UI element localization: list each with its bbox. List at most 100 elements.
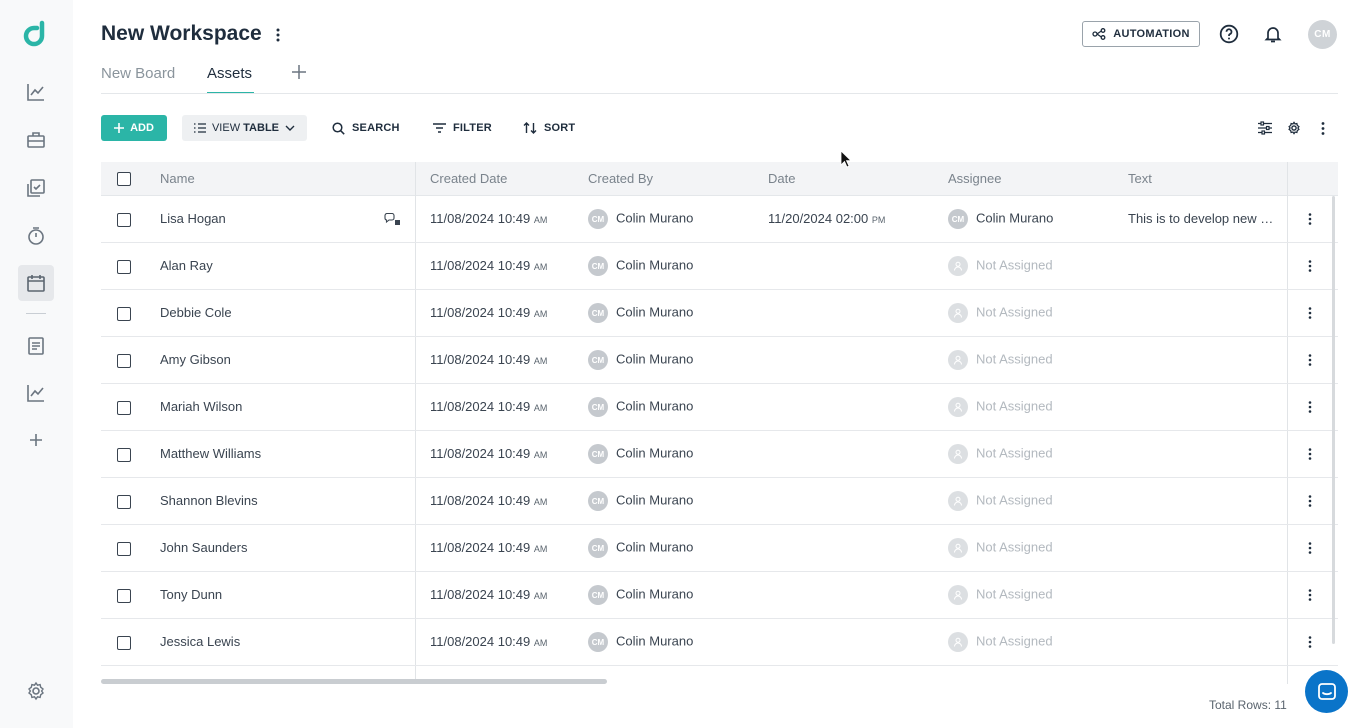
row-checkbox[interactable] — [117, 636, 131, 650]
cell-name[interactable]: Alan Ray — [160, 258, 213, 273]
cell-created-date: 11/08/2024 10:49 AM — [430, 211, 548, 226]
search-button[interactable]: SEARCH — [332, 115, 400, 141]
row-checkbox[interactable] — [117, 213, 131, 227]
column-header-text[interactable]: Text — [1128, 171, 1152, 186]
row-checkbox[interactable] — [117, 448, 131, 462]
sidebar-item-reports[interactable] — [18, 375, 54, 411]
row-menu-icon[interactable] — [1302, 586, 1318, 604]
avatar: CM — [588, 538, 608, 558]
cell-name[interactable]: Mariah Wilson — [160, 399, 242, 414]
column-header-date[interactable]: Date — [768, 171, 795, 186]
row-menu-icon[interactable] — [1302, 398, 1318, 416]
table-row[interactable]: Lisa Hogan 11/08/2024 10:49 AM CM Colin Mur… — [101, 196, 1338, 243]
calendar-icon — [27, 275, 45, 292]
avatar: CM — [588, 256, 608, 276]
row-checkbox[interactable] — [117, 495, 131, 509]
table-row[interactable]: Jessica Lewis 11/08/2024 10:49 AM CM Colin … — [101, 619, 1338, 666]
cell-assignee[interactable]: Not Assigned — [948, 538, 1053, 558]
row-menu-icon[interactable] — [1302, 210, 1318, 228]
row-checkbox[interactable] — [117, 589, 131, 603]
table-row[interactable]: Matthew Williams 11/08/2024 10:49 AM CM Col… — [101, 431, 1338, 478]
filter-button[interactable]: FILTER — [433, 115, 492, 141]
cell-assignee[interactable]: Not Assigned — [948, 444, 1053, 464]
automation-button[interactable]: AUTOMATION — [1082, 21, 1200, 47]
tab-new-board[interactable]: New Board — [101, 65, 175, 82]
row-menu-icon[interactable] — [1302, 351, 1318, 369]
column-header-assignee[interactable]: Assignee — [948, 171, 1001, 186]
user-placeholder-icon — [948, 538, 968, 558]
cell-name[interactable]: Matthew Williams — [160, 446, 261, 461]
column-settings-icon[interactable] — [1256, 119, 1274, 137]
cell-name[interactable]: John Saunders — [160, 540, 247, 555]
sidebar-item-add[interactable] — [18, 422, 54, 458]
sidebar-item-projects[interactable] — [18, 122, 54, 158]
gear-icon[interactable] — [1285, 119, 1303, 137]
cell-text[interactable]: This is to develop new … — [1128, 211, 1273, 226]
column-header-created-date[interactable]: Created Date — [430, 171, 507, 186]
vertical-scrollbar[interactable] — [1332, 196, 1335, 644]
row-menu-icon[interactable] — [1302, 304, 1318, 322]
column-header-created-by[interactable]: Created By — [588, 171, 653, 186]
cell-name[interactable]: Amy Gibson — [160, 352, 231, 367]
row-checkbox[interactable] — [117, 542, 131, 556]
sidebar-item-analytics[interactable] — [18, 74, 54, 110]
cell-assignee[interactable]: Not Assigned — [948, 632, 1053, 652]
cell-assignee[interactable]: Not Assigned — [948, 256, 1053, 276]
workspace-menu-icon[interactable] — [270, 25, 286, 45]
cell-created-by: CM Colin Murano — [588, 303, 693, 323]
cell-name[interactable]: Tony Dunn — [160, 587, 222, 602]
row-menu-icon[interactable] — [1302, 257, 1318, 275]
avatar: CM — [588, 209, 608, 229]
row-checkbox[interactable] — [117, 354, 131, 368]
row-menu-icon[interactable] — [1302, 445, 1318, 463]
row-checkbox[interactable] — [117, 401, 131, 415]
table-row[interactable]: Mariah Wilson 11/08/2024 10:49 AM CM Colin … — [101, 384, 1338, 431]
cell-assignee[interactable]: Not Assigned — [948, 350, 1053, 370]
cell-created-by: CM Colin Murano — [588, 397, 693, 417]
row-checkbox[interactable] — [117, 260, 131, 274]
tab-assets[interactable]: Assets — [207, 65, 252, 82]
column-header-name[interactable]: Name — [160, 171, 195, 186]
row-menu-icon[interactable] — [1302, 539, 1318, 557]
cell-name[interactable]: Debbie Cole — [160, 305, 232, 320]
cell-date[interactable]: 11/20/2024 02:00 PM — [768, 211, 885, 226]
table-row[interactable]: Tony Dunn 11/08/2024 10:49 AM CM Colin Mura… — [101, 572, 1338, 619]
cell-created-date: 11/08/2024 10:49 AM — [430, 493, 548, 508]
cell-name[interactable]: Jessica Lewis — [160, 634, 240, 649]
view-selector-button[interactable]: VIEW TABLE — [182, 115, 307, 141]
sort-button[interactable]: SORT — [523, 115, 575, 141]
cell-assignee[interactable]: CM Colin Murano — [948, 209, 1053, 229]
add-tab-icon[interactable] — [289, 62, 309, 82]
cell-name[interactable]: Lisa Hogan — [160, 211, 226, 226]
sidebar-item-settings[interactable] — [18, 673, 54, 709]
cell-assignee[interactable]: Not Assigned — [948, 303, 1053, 323]
help-icon[interactable] — [1218, 23, 1240, 45]
sidebar-item-documents[interactable] — [18, 328, 54, 364]
filter-icon — [433, 123, 446, 133]
row-menu-icon[interactable] — [1302, 492, 1318, 510]
table-row[interactable]: Shannon Blevins 11/08/2024 10:49 AM CM Coli… — [101, 478, 1338, 525]
user-avatar[interactable]: CM — [1308, 20, 1337, 49]
cell-assignee[interactable]: Not Assigned — [948, 397, 1053, 417]
sidebar-item-timer[interactable] — [18, 218, 54, 254]
sidebar-item-tasks[interactable] — [18, 170, 54, 206]
cell-name[interactable]: Shannon Blevins — [160, 493, 258, 508]
select-all-checkbox[interactable] — [117, 172, 131, 186]
chat-support-button[interactable] — [1305, 670, 1348, 713]
table-row[interactable]: Alan Ray 11/08/2024 10:49 AM CM Colin Muran… — [101, 243, 1338, 290]
more-options-icon[interactable] — [1314, 119, 1332, 137]
cell-assignee[interactable]: Not Assigned — [948, 491, 1053, 511]
add-button[interactable]: ADD — [101, 115, 167, 141]
avatar: CM — [588, 350, 608, 370]
table-row[interactable]: Amy Gibson 11/08/2024 10:49 AM CM Colin Mur… — [101, 337, 1338, 384]
table-row[interactable]: Debbie Cole 11/08/2024 10:49 AM CM Colin Mu… — [101, 290, 1338, 337]
row-menu-icon[interactable] — [1302, 633, 1318, 651]
logo-icon[interactable] — [23, 20, 51, 48]
sidebar-item-calendar[interactable] — [18, 265, 54, 301]
comment-icon[interactable] — [384, 213, 401, 226]
horizontal-scrollbar[interactable] — [101, 679, 607, 684]
notification-bell-icon[interactable] — [1262, 23, 1284, 45]
table-row[interactable]: John Saunders 11/08/2024 10:49 AM CM Colin … — [101, 525, 1338, 572]
cell-assignee[interactable]: Not Assigned — [948, 585, 1053, 605]
row-checkbox[interactable] — [117, 307, 131, 321]
